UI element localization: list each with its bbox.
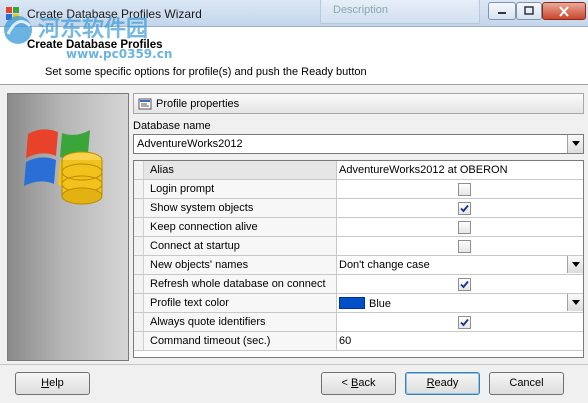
row-gutter (134, 218, 144, 236)
dropdown-button[interactable] (567, 294, 583, 311)
checkmark-icon (460, 280, 469, 289)
property-value-command-timeout-sec[interactable]: 60 (337, 332, 583, 350)
row-gutter (134, 294, 144, 312)
property-value-keep-connection-alive[interactable] (337, 218, 583, 236)
checkbox[interactable] (458, 278, 471, 291)
maximize-icon (524, 6, 534, 15)
checkbox[interactable] (458, 202, 471, 215)
property-row-connect-at-startup: Connect at startup (134, 237, 583, 256)
minimize-icon (498, 12, 506, 14)
app-icon (6, 7, 19, 20)
property-name: Connect at startup (144, 237, 337, 255)
group-title: Profile properties (156, 98, 240, 110)
properties-icon (138, 98, 152, 110)
minimize-button[interactable] (488, 2, 516, 20)
property-value-login-prompt[interactable] (337, 180, 583, 198)
cancel-label: Cancel (509, 377, 544, 389)
property-name: Command timeout (sec.) (144, 332, 337, 350)
row-gutter (134, 237, 144, 255)
help-label: Help (41, 377, 64, 389)
value-text: AdventureWorks2012 at OBERON (339, 164, 508, 176)
row-gutter (134, 199, 144, 217)
database-name-label: Database name (133, 120, 211, 132)
property-row-command-timeout-sec: Command timeout (sec.) 60 (134, 332, 583, 351)
wizard-side-image (7, 93, 129, 361)
ready-label: Ready (426, 377, 459, 389)
property-row-alias: Alias AdventureWorks2012 at OBERON (134, 161, 583, 180)
checkmark-icon (460, 318, 469, 327)
checkbox[interactable] (458, 240, 471, 253)
row-gutter (134, 275, 144, 293)
profile-properties-header: Profile properties (133, 93, 584, 114)
property-value-refresh-whole-database-on-connect[interactable] (337, 275, 583, 293)
window-title: Create Database Profiles Wizard (27, 7, 202, 21)
property-value-new-objects-names[interactable]: Don't change case (337, 256, 583, 274)
property-row-profile-text-color: Profile text color Blue (134, 294, 583, 313)
color-swatch (339, 297, 365, 309)
property-grid: Alias AdventureWorks2012 at OBERON Login p… (133, 160, 584, 358)
maximize-button[interactable] (516, 2, 542, 20)
row-gutter (134, 180, 144, 198)
close-button[interactable] (542, 2, 586, 20)
property-value-connect-at-startup[interactable] (337, 237, 583, 255)
property-name: Login prompt (144, 180, 337, 198)
checkmark-icon (460, 204, 469, 213)
chevron-down-icon (571, 141, 580, 146)
database-name-value: AdventureWorks2012 (137, 138, 243, 150)
property-name: Show system objects (144, 199, 337, 217)
close-icon (559, 6, 569, 17)
page-subtitle: Set some specific options for profile(s)… (45, 66, 367, 78)
property-name: Alias (144, 161, 337, 179)
wizard-header: Create Database Profiles Set some specif… (0, 27, 588, 85)
property-row-refresh-whole-database-on-connect: Refresh whole database on connect (134, 275, 583, 294)
windows-database-logo (24, 129, 103, 205)
checkbox[interactable] (458, 221, 471, 234)
cancel-button[interactable]: Cancel (489, 372, 564, 395)
checkbox[interactable] (458, 183, 471, 196)
chevron-down-icon (571, 262, 580, 267)
property-row-login-prompt: Login prompt (134, 180, 583, 199)
page-title: Create Database Profiles (27, 39, 163, 51)
property-value-always-quote-identifiers[interactable] (337, 313, 583, 331)
value-text: 60 (339, 335, 352, 347)
ready-button[interactable]: Ready (405, 372, 480, 395)
title-bar: Create Database Profiles Wizard Descript… (0, 0, 588, 27)
property-row-new-objects-names: New objects' names Don't change case (134, 256, 583, 275)
chevron-down-icon (571, 300, 580, 305)
property-name: Keep connection alive (144, 218, 337, 236)
property-value-show-system-objects[interactable] (337, 199, 583, 217)
back-button[interactable]: < Back (321, 372, 396, 395)
property-name: Profile text color (144, 294, 337, 312)
property-row-keep-connection-alive: Keep connection alive (134, 218, 583, 237)
dropdown-button[interactable] (567, 256, 583, 273)
value-text: Blue (369, 298, 392, 310)
property-row-always-quote-identifiers: Always quote identifiers (134, 313, 583, 332)
checkbox[interactable] (458, 316, 471, 329)
row-gutter (134, 332, 144, 350)
value-text: Don't change case (339, 259, 430, 271)
row-gutter (134, 313, 144, 331)
property-row-show-system-objects: Show system objects (134, 199, 583, 218)
property-value-alias[interactable]: AdventureWorks2012 at OBERON (337, 161, 583, 179)
background-window-tab: Description (320, 0, 480, 24)
footer-separator (0, 364, 588, 365)
property-name: Always quote identifiers (144, 313, 337, 331)
back-label: < Back (341, 377, 376, 389)
help-button[interactable]: Help (15, 372, 90, 395)
database-dropdown-button[interactable] (567, 135, 583, 153)
database-name-select[interactable]: AdventureWorks2012 (133, 134, 584, 154)
property-value-profile-text-color[interactable]: Blue (337, 294, 583, 312)
property-name: New objects' names (144, 256, 337, 274)
property-name: Refresh whole database on connect (144, 275, 337, 293)
row-gutter (134, 256, 144, 274)
row-gutter (134, 161, 144, 179)
